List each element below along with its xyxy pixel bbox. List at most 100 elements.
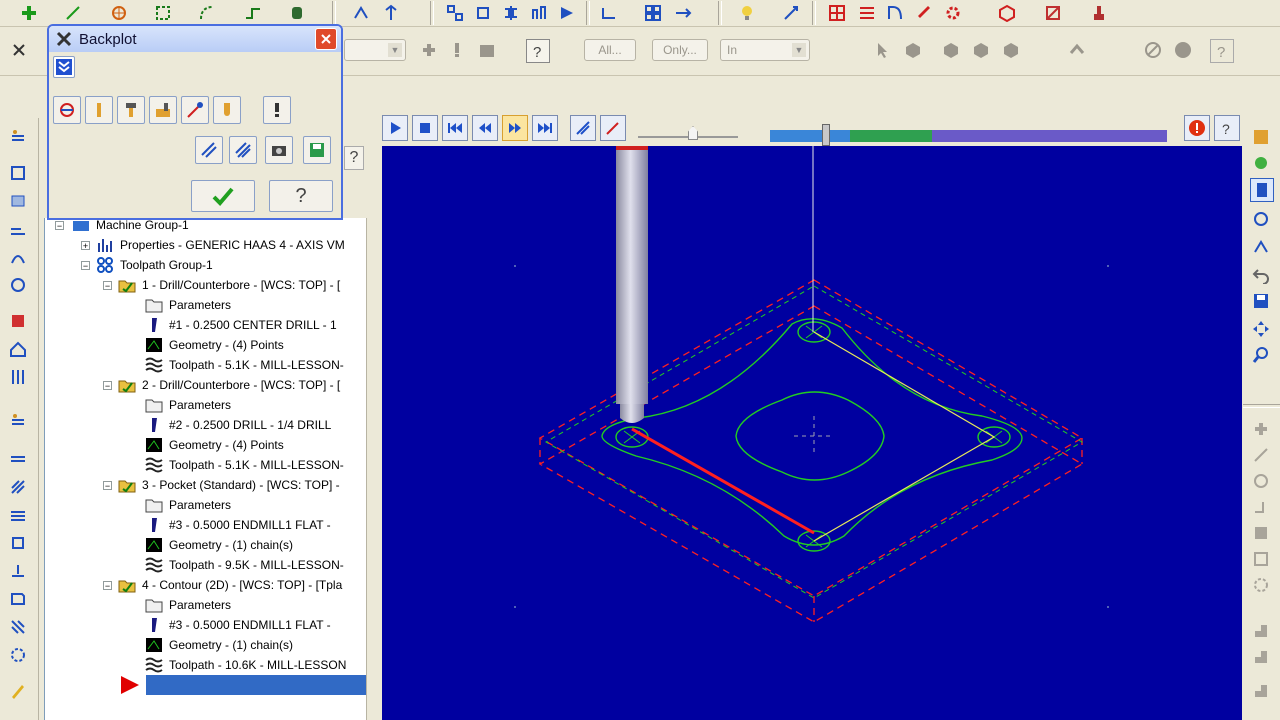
trace-mode-button[interactable]	[570, 115, 596, 141]
tree-item-tool[interactable]: #2 - 0.2500 DRILL - 1/4 DRILL	[145, 415, 331, 435]
collapse-icon[interactable]: −	[103, 280, 112, 290]
cube-icon[interactable]	[996, 2, 1018, 24]
left-tool-5-icon[interactable]	[6, 246, 30, 268]
tree-item-toolpath-group[interactable]: − Toolpath Group-1	[81, 255, 213, 275]
tree-help-button[interactable]: ?	[344, 146, 364, 170]
zoom-icon[interactable]	[1250, 344, 1272, 366]
tree-item-parameters[interactable]: Parameters	[145, 395, 231, 415]
rect-tool-icon[interactable]	[152, 2, 174, 24]
list-icon[interactable]	[856, 2, 878, 24]
collapse-icon[interactable]: −	[55, 220, 64, 230]
rewind-button[interactable]	[442, 115, 468, 141]
selected-insert-row[interactable]	[146, 675, 366, 695]
tree-item-tool[interactable]: #3 - 0.5000 ENDMILL1 FLAT -	[145, 615, 331, 635]
mirror-icon[interactable]	[500, 2, 522, 24]
collapse-dialog-button[interactable]	[53, 56, 75, 78]
speed-slider-thumb[interactable]	[688, 126, 698, 140]
collapse-icon[interactable]: −	[103, 380, 112, 390]
measure-icon[interactable]	[780, 2, 802, 24]
right-tool-5-icon[interactable]	[1250, 236, 1272, 258]
tree-item-operation-1[interactable]: − 1 - Drill/Counterbore - [WCS: TOP] - [	[103, 275, 340, 295]
info-button[interactable]	[263, 96, 291, 124]
lightbulb-icon[interactable]	[736, 2, 758, 24]
tool-mode-button[interactable]	[600, 115, 626, 141]
tree-item-geometry[interactable]: Geometry - (1) chain(s)	[145, 635, 293, 655]
fast-forward-button[interactable]	[532, 115, 558, 141]
help-button[interactable]: ?	[269, 180, 333, 212]
close-file-icon[interactable]	[8, 39, 30, 61]
filter-add-icon[interactable]	[418, 39, 440, 61]
collapse-icon[interactable]: −	[103, 480, 112, 490]
left-tool-6-icon[interactable]	[6, 274, 30, 296]
level-dropdown[interactable]: ▼	[344, 39, 406, 61]
arc-tool-icon[interactable]	[196, 2, 218, 24]
show-path-button[interactable]	[181, 96, 209, 124]
collapse-icon[interactable]: −	[103, 580, 112, 590]
show-tool-button[interactable]	[85, 96, 113, 124]
right-tool-14-icon[interactable]	[1250, 522, 1272, 544]
rotate-icon[interactable]	[472, 2, 494, 24]
move-icon[interactable]	[1250, 318, 1272, 340]
left-tool-15-icon[interactable]	[6, 560, 30, 582]
tree-item-toolpath[interactable]: Toolpath - 5.1K - MILL-LESSON-	[145, 355, 344, 375]
left-tool-4-icon[interactable]	[6, 218, 30, 240]
step-back-button[interactable]	[472, 115, 498, 141]
right-tool-1-icon[interactable]	[1250, 126, 1272, 148]
edge-select-icon[interactable]	[970, 39, 992, 61]
undo-select-icon[interactable]	[1066, 39, 1088, 61]
tree-item-properties[interactable]: + Properties - GENERIC HAAS 4 - AXIS VM	[81, 235, 345, 255]
tree-item-toolpath[interactable]: Toolpath - 10.6K - MILL-LESSON	[145, 655, 346, 675]
tree-item-geometry[interactable]: Geometry - (1) chain(s)	[145, 535, 293, 555]
tree-item-tool[interactable]: #1 - 0.2500 CENTER DRILL - 1	[145, 315, 337, 335]
left-tool-3-icon[interactable]	[6, 190, 30, 212]
box-icon[interactable]	[476, 39, 498, 61]
verify-icon[interactable]	[1042, 2, 1064, 24]
ok-button[interactable]	[191, 180, 255, 212]
left-tool-11-icon[interactable]	[6, 448, 30, 470]
right-tool-11-icon[interactable]	[1250, 444, 1272, 466]
translate-icon[interactable]	[444, 2, 466, 24]
save-icon[interactable]	[1250, 290, 1272, 312]
xform-icon[interactable]	[350, 2, 372, 24]
left-tool-7-icon[interactable]	[6, 310, 30, 332]
show-endpoints-button[interactable]	[213, 96, 241, 124]
left-tool-9-icon[interactable]	[6, 366, 30, 388]
fit-view-icon[interactable]	[672, 2, 694, 24]
expand-icon[interactable]: +	[81, 240, 90, 250]
close-button[interactable]	[315, 28, 337, 50]
step-mode-button[interactable]	[195, 136, 223, 164]
backplot-titlebar[interactable]: Backplot	[49, 26, 341, 52]
left-tool-2-icon[interactable]	[6, 162, 30, 184]
play-button[interactable]	[382, 115, 408, 141]
right-tool-13-icon[interactable]	[1250, 496, 1272, 518]
all-button[interactable]: All...	[584, 39, 636, 61]
right-tool-19-icon[interactable]	[1250, 680, 1272, 702]
progress-marker[interactable]	[822, 124, 830, 146]
add-icon[interactable]	[18, 2, 40, 24]
left-tool-13-icon[interactable]	[6, 504, 30, 526]
sphere-icon[interactable]	[1172, 39, 1194, 61]
grid-view-icon[interactable]	[642, 2, 664, 24]
left-tool-10-icon[interactable]	[6, 410, 30, 432]
show-machine-button[interactable]	[149, 96, 177, 124]
axis-icon[interactable]	[380, 2, 402, 24]
tree-item-toolpath[interactable]: Toolpath - 5.1K - MILL-LESSON-	[145, 455, 344, 475]
collapse-icon[interactable]: −	[81, 260, 90, 270]
left-tool-14-icon[interactable]	[6, 532, 30, 554]
tree-item-operation-4[interactable]: − 4 - Contour (2D) - [WCS: TOP] - [Tpla	[103, 575, 342, 595]
trace-button[interactable]	[229, 136, 257, 164]
only-button[interactable]: Only...	[652, 39, 708, 61]
point-tool-icon[interactable]	[108, 2, 130, 24]
drill-icon[interactable]	[912, 2, 934, 24]
alert-button[interactable]	[1184, 115, 1210, 141]
post-icon[interactable]	[1088, 2, 1110, 24]
left-tool-16-icon[interactable]	[6, 588, 30, 610]
show-holder-button[interactable]	[117, 96, 145, 124]
left-tool-17-icon[interactable]	[6, 616, 30, 638]
solid-select-icon[interactable]	[902, 39, 924, 61]
left-tool-12-icon[interactable]	[6, 476, 30, 498]
right-tool-15-icon[interactable]	[1250, 548, 1272, 570]
exclamation-icon[interactable]	[446, 39, 468, 61]
table-icon[interactable]	[826, 2, 848, 24]
insert-arrow-icon[interactable]	[121, 676, 139, 694]
